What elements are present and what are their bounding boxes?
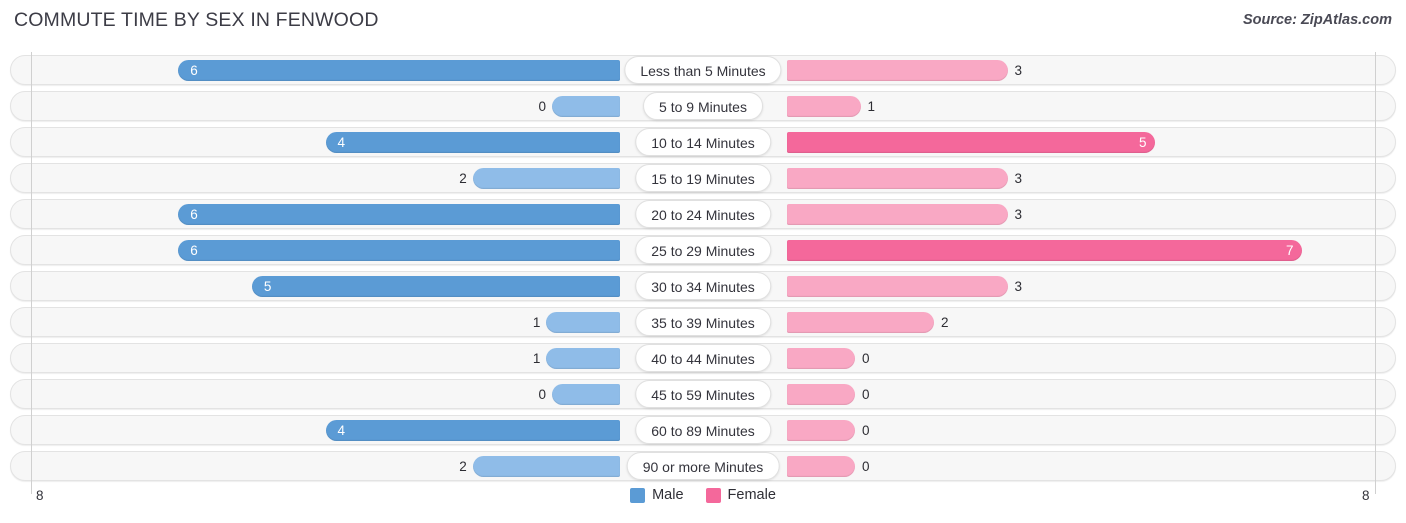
bar-male[interactable] bbox=[178, 240, 620, 261]
value-label-female: 2 bbox=[941, 315, 949, 330]
bar-male[interactable] bbox=[325, 420, 620, 441]
chart-legend: Male Female bbox=[0, 487, 1406, 503]
bar-female[interactable] bbox=[787, 456, 855, 477]
bar-female[interactable] bbox=[787, 204, 1008, 225]
category-label-pill[interactable]: 25 to 29 Minutes bbox=[635, 236, 771, 264]
value-label-male: 5 bbox=[263, 279, 272, 294]
value-label-female: 0 bbox=[862, 351, 870, 366]
chart-row: 4 0 60 to 89 Minutes bbox=[0, 412, 1406, 448]
value-label-male: 2 bbox=[459, 459, 467, 474]
legend-label-female: Female bbox=[727, 487, 776, 503]
chart-row: 0 0 45 to 59 Minutes bbox=[0, 376, 1406, 412]
bar-male[interactable] bbox=[325, 132, 620, 153]
category-label-pill[interactable]: 90 or more Minutes bbox=[626, 452, 780, 480]
bar-male[interactable] bbox=[251, 276, 620, 297]
bar-female[interactable] bbox=[787, 96, 861, 117]
value-label-female: 3 bbox=[1014, 207, 1023, 222]
value-label-female: 0 bbox=[862, 423, 870, 438]
chart-row: 5 3 30 to 34 Minutes bbox=[0, 268, 1406, 304]
category-label-pill[interactable]: 15 to 19 Minutes bbox=[635, 164, 771, 192]
value-label-female: 7 bbox=[1285, 243, 1294, 258]
chart-row: 6 3 20 to 24 Minutes bbox=[0, 196, 1406, 232]
chart-row: 1 2 35 to 39 Minutes bbox=[0, 304, 1406, 340]
bar-male[interactable] bbox=[546, 348, 620, 369]
chart-row: 2 3 15 to 19 Minutes bbox=[0, 160, 1406, 196]
value-label-male: 6 bbox=[190, 207, 198, 222]
value-label-male: 4 bbox=[337, 135, 346, 150]
bar-male[interactable] bbox=[472, 456, 620, 477]
bar-female[interactable] bbox=[787, 60, 1008, 81]
legend-swatch-female-icon bbox=[705, 487, 721, 503]
bar-male[interactable] bbox=[472, 168, 620, 189]
chart-row: 4 5 10 to 14 Minutes bbox=[0, 124, 1406, 160]
chart-row: 6 3 Less than 5 Minutes bbox=[0, 52, 1406, 88]
chart-row: 1 0 40 to 44 Minutes bbox=[0, 340, 1406, 376]
value-label-male: 1 bbox=[532, 315, 541, 330]
chart-rows: 6 3 Less than 5 Minutes 0 1 5 to 9 Minutes 4 5 1… bbox=[0, 52, 1406, 484]
legend-item-female[interactable]: Female bbox=[705, 487, 776, 503]
value-label-female: 0 bbox=[862, 459, 870, 474]
bar-female[interactable] bbox=[787, 348, 855, 369]
value-label-female: 3 bbox=[1014, 171, 1023, 186]
chart-row: 0 1 5 to 9 Minutes bbox=[0, 88, 1406, 124]
bar-male[interactable] bbox=[178, 60, 620, 81]
value-label-female: 0 bbox=[862, 387, 870, 402]
legend-item-male[interactable]: Male bbox=[630, 487, 684, 503]
value-label-male: 2 bbox=[459, 171, 467, 186]
value-label-male: 1 bbox=[532, 351, 541, 366]
bar-male[interactable] bbox=[552, 384, 620, 405]
value-label-female: 5 bbox=[1138, 135, 1147, 150]
bar-male[interactable] bbox=[178, 204, 620, 225]
value-label-female: 1 bbox=[867, 99, 876, 114]
chart-title: COMMUTE TIME BY SEX IN FENWOOD bbox=[14, 9, 379, 31]
bar-female[interactable] bbox=[787, 312, 934, 333]
value-label-female: 3 bbox=[1014, 279, 1023, 294]
legend-swatch-male-icon bbox=[630, 487, 646, 503]
bar-female[interactable] bbox=[787, 240, 1302, 261]
value-label-male: 0 bbox=[538, 387, 546, 402]
category-label-pill[interactable]: 60 to 89 Minutes bbox=[635, 416, 771, 444]
legend-label-male: Male bbox=[652, 487, 684, 503]
value-label-male: 0 bbox=[538, 99, 546, 114]
bar-female[interactable] bbox=[787, 420, 855, 441]
bar-female[interactable] bbox=[787, 132, 1155, 153]
value-label-male: 6 bbox=[190, 243, 198, 258]
chart-row: 2 0 90 or more Minutes bbox=[0, 448, 1406, 484]
category-label-pill[interactable]: 20 to 24 Minutes bbox=[635, 200, 771, 228]
category-label-pill[interactable]: 10 to 14 Minutes bbox=[635, 128, 771, 156]
category-label-pill[interactable]: 5 to 9 Minutes bbox=[643, 92, 763, 120]
category-label-pill[interactable]: 30 to 34 Minutes bbox=[635, 272, 771, 300]
bar-male[interactable] bbox=[552, 96, 620, 117]
plot-area: 6 3 Less than 5 Minutes 0 1 5 to 9 Minutes 4 5 1… bbox=[0, 52, 1406, 494]
category-label-pill[interactable]: 40 to 44 Minutes bbox=[635, 344, 771, 372]
category-label-pill[interactable]: 45 to 59 Minutes bbox=[635, 380, 771, 408]
value-label-male: 4 bbox=[337, 423, 346, 438]
category-label-pill[interactable]: 35 to 39 Minutes bbox=[635, 308, 771, 336]
bar-female[interactable] bbox=[787, 168, 1008, 189]
bar-female[interactable] bbox=[787, 276, 1008, 297]
category-label-pill[interactable]: Less than 5 Minutes bbox=[624, 56, 782, 84]
bar-female[interactable] bbox=[787, 384, 855, 405]
value-label-female: 3 bbox=[1014, 63, 1023, 78]
bar-male[interactable] bbox=[546, 312, 620, 333]
chart-row: 6 7 25 to 29 Minutes bbox=[0, 232, 1406, 268]
chart-container: COMMUTE TIME BY SEX IN FENWOOD Source: Z… bbox=[0, 0, 1406, 523]
source-attribution: Source: ZipAtlas.com bbox=[1242, 12, 1392, 28]
value-label-male: 6 bbox=[190, 63, 198, 78]
